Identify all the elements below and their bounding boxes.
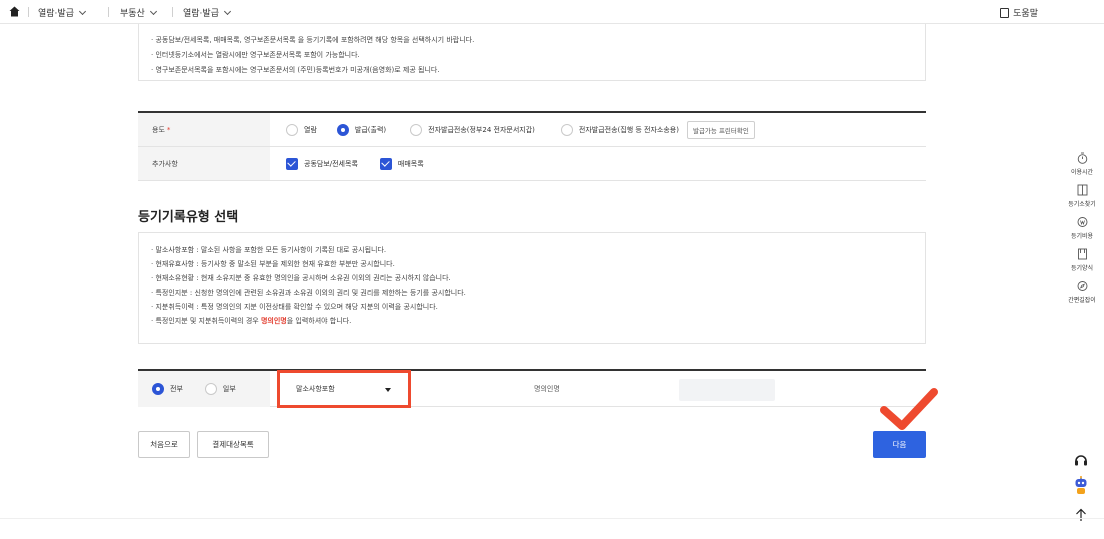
radio-label: 열람 [304,125,317,134]
radio-icon [286,123,298,136]
nav-item-view-issue-2[interactable]: 열람·발급 [183,6,232,19]
nav-separator [108,7,109,17]
required-mark: * [166,125,171,134]
rail-label: 등기양식 [1070,265,1094,272]
top-navigation: 열람·발급 부동산 열람·발급 도움말 [0,0,1104,24]
chatbot-robot-icon[interactable] [1073,476,1089,496]
help-icon [1000,7,1010,18]
extra-checkbox-collateral[interactable]: 공동담보/전세목록 [286,157,358,170]
checkbox-checked-icon [379,157,392,170]
usage-form-table: 용도 * 열람 발급(출력) 전자발급전송(정부24 전자문서지갑) 전자발급전송… [138,111,926,181]
notice-line: · 현재유효사항 : 등기사항 중 말소된 부분을 제외한 현재 유효한 부분만… [151,260,395,269]
extra-label: 추가사항 [138,147,270,180]
section-title: 등기기록유형 선택 [138,210,239,225]
scope-radio-all[interactable]: 전부 [152,383,183,395]
nav-item-real-estate[interactable]: 부동산 [120,6,157,19]
rail-label: 이용시간 [1070,169,1094,176]
home-icon[interactable] [9,6,20,17]
radio-label: 전자발급전송(집행 등 전자소송용) [578,125,679,134]
usage-radio-view[interactable]: 열람 [286,123,317,136]
notice-line: · 공동담보/전세목록, 매매목록, 영구보존문서목록 을 등기기록에 포함하려… [151,36,475,44]
owner-name-highlight: 명의인명 [260,317,287,326]
footer-divider [0,518,1104,519]
owner-name-label: 명의인명 [534,385,560,393]
help-label: 도움말 [1013,9,1038,19]
radio-icon [204,383,217,395]
notice-box: · 공동담보/전세목록, 매매목록, 영구보존문서목록 을 등기기록에 포함하려… [138,24,926,81]
printer-check-button[interactable]: 발급가능 프린터확인 [686,120,755,139]
compass-icon [1077,281,1087,291]
radio-label: 일부 [222,385,236,393]
nav-separator [172,7,173,17]
record-type-notice: · 말소사항포함 : 말소된 사항을 포함한 모든 등기사항이 기록된 대로 공… [138,232,926,344]
owner-name-input[interactable] [679,379,775,401]
rail-item-hours[interactable]: 이용시간 [1060,152,1104,176]
usage-label-text: 용도 [152,125,165,134]
scope-radio-partial[interactable]: 일부 [204,383,236,395]
document-icon [1077,248,1087,260]
notice-line: · 인터넷등기소에서는 열람시에만 영구보존문서목록 포함이 가능합니다. [151,51,360,59]
extra-options: 공동담보/전세목록 매매목록 [270,147,926,180]
map-search-icon [1077,184,1087,196]
notice-line: · 말소사항포함 : 말소된 사항을 포함한 모든 등기사항이 기록된 대로 공… [151,246,387,254]
nav-separator [28,7,29,17]
headset-icon[interactable] [1073,452,1089,468]
nav-item-label: 부동산 [120,9,145,19]
checkmark-annotation-icon [880,388,938,430]
rail-item-find-office[interactable]: 등기소찾기 [1060,184,1104,208]
checkbox-label: 매매목록 [397,159,424,168]
help-button[interactable]: 도움말 [1000,6,1038,19]
rail-item-cost[interactable]: 등기비용 [1060,216,1104,240]
scope-options: 전부 일부 [138,371,270,407]
checkbox-checked-icon [286,157,298,170]
right-quick-menu: 이용시간 등기소찾기 등기비용 등기양식 간편길잡이 [1060,152,1104,312]
notice-line: · 현재소유현황 : 현재 소유지분 중 유효한 명의인을 공시하며 소유권 이… [151,274,451,283]
rail-label: 간편길잡이 [1068,297,1096,304]
usage-radio-e-transfer-court[interactable]: 전자발급전송(집행 등 전자소송용) [560,123,679,136]
usage-radio-issue[interactable]: 발급(출력) [336,123,387,136]
radio-selected-icon [336,123,349,136]
rail-item-guide[interactable]: 간편길잡이 [1060,280,1104,304]
rail-item-forms[interactable]: 등기양식 [1060,248,1104,272]
timer-icon [1077,152,1087,164]
notice-line: · 영구보존문서목록을 포함시에는 영구보존문서의 (주민)등록번호가 미공개(… [151,66,440,74]
usage-options: 열람 발급(출력) 전자발급전송(정부24 전자문서지갑) 전자발급전송(집행 … [270,113,926,146]
usage-radio-e-transfer-gov24[interactable]: 전자발급전송(정부24 전자문서지갑) [410,123,535,136]
chevron-down-icon [78,7,87,15]
nav-item-view-issue[interactable]: 열람·발급 [38,6,87,19]
chevron-down-icon [149,7,157,15]
usage-row: 용도 * 열람 발급(출력) 전자발급전송(정부24 전자문서지갑) 전자발급전송… [138,113,926,147]
record-type-row: 전부 일부 말소사항포함 명의인명 [138,369,926,408]
radio-selected-icon [152,383,164,395]
next-button[interactable]: 다음 [873,431,926,458]
radio-icon [560,123,573,136]
rail-label: 등기소찾기 [1068,201,1096,208]
notice-text: 을 입력하셔야 합니다. [286,317,352,326]
extra-row: 추가사항 공동담보/전세목록 매매목록 [138,147,926,181]
rail-label: 등기비용 [1070,233,1094,240]
payment-list-button[interactable]: 결제대상목록 [197,431,269,458]
extra-checkbox-sale-list[interactable]: 매매목록 [379,157,424,170]
radio-icon [410,123,423,136]
home-button[interactable]: 처음으로 [138,431,190,458]
radio-label: 전자발급전송(정부24 전자문서지갑) [428,125,535,134]
chevron-down-icon [223,7,232,15]
radio-label: 발급(출력) [354,125,387,134]
coin-icon [1077,217,1087,227]
notice-line: · 특정인지분 및 지분취득이력의 경우 명의인명을 입력하셔야 합니다. [151,314,913,328]
radio-label: 전부 [170,385,183,393]
record-type-dropdown[interactable]: 말소사항포함 [277,370,411,408]
caret-down-icon [385,388,391,392]
dropdown-value: 말소사항포함 [296,385,335,393]
arrow-up-icon[interactable] [1075,508,1087,522]
notice-text: · 특정인지분 및 지분취득이력의 경우 [151,317,261,326]
usage-label: 용도 * [138,113,270,146]
nav-item-label: 열람·발급 [38,9,74,19]
notice-line: · 특정인지분 : 신청한 명의인에 관련된 소유권과 소유권 이외의 권리 및… [151,288,466,297]
nav-item-label: 열람·발급 [183,9,219,19]
checkbox-label: 공동담보/전세목록 [304,159,358,168]
notice-line: · 지분취득이력 : 특정 명의인의 지분 이전상태를 확인할 수 있으며 해당… [151,302,438,311]
